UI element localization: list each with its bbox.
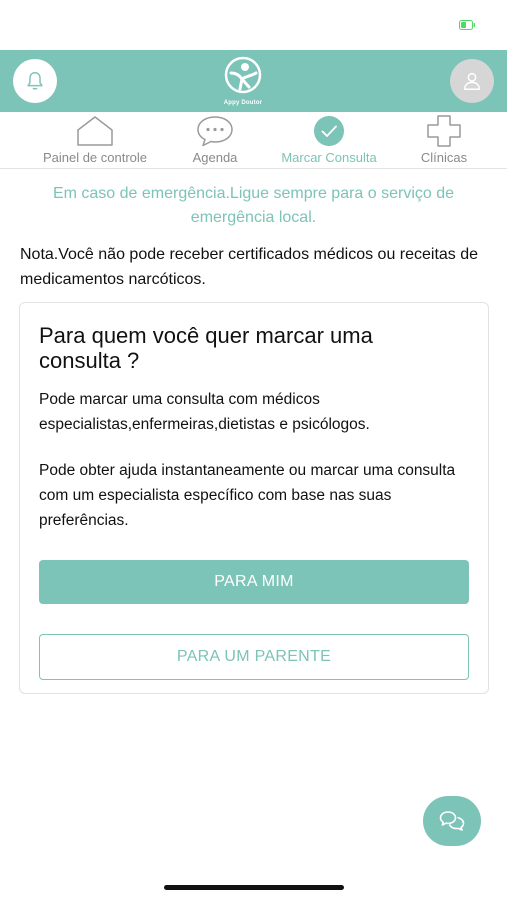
profile-button[interactable] <box>450 59 494 103</box>
tab-bar: Painel de controle Agenda Marcar Consult… <box>0 112 507 169</box>
restriction-note: Nota.Você não pode receber certificados … <box>20 246 479 288</box>
for-me-button[interactable]: PARA MIM <box>39 560 469 604</box>
emergency-notice: Em caso de emergência.Ligue sempre para … <box>52 185 455 226</box>
status-bar <box>0 0 507 50</box>
app-screen: Appy Doutor Painel de controle Agenda Ma… <box>0 0 507 900</box>
tab-marcar-consulta[interactable]: Marcar Consulta <box>266 112 392 168</box>
chat-button[interactable] <box>423 796 481 846</box>
check-circle-icon <box>314 116 344 146</box>
house-icon <box>77 116 113 146</box>
card-title: Para quem você quer marcar uma consulta … <box>39 323 373 373</box>
tab-agenda[interactable]: Agenda <box>180 112 250 168</box>
tab-painel-de-controle[interactable]: Painel de controle <box>30 112 160 168</box>
tab-label: Clínicas <box>420 150 468 165</box>
home-indicator[interactable] <box>164 885 344 890</box>
app-header: Appy Doutor <box>0 50 507 112</box>
chat-bubbles-icon <box>439 811 465 831</box>
for-relative-button[interactable]: PARA UM PARENTE <box>39 634 469 680</box>
tab-label: Agenda <box>192 150 238 165</box>
app-logo: Appy Doutor <box>218 56 268 110</box>
tab-label: Marcar Consulta <box>281 150 377 165</box>
appointment-card: Para quem você quer marcar uma consulta … <box>19 302 489 694</box>
bell-icon <box>27 72 43 90</box>
card-description: Pode marcar uma consulta com médicos esp… <box>39 391 370 433</box>
user-icon <box>463 72 481 90</box>
logo-text: Appy Doutor <box>223 100 263 106</box>
tab-label: Painel de controle <box>42 150 148 165</box>
chat-dots-icon <box>197 116 233 147</box>
tab-clinicas[interactable]: Clínicas <box>404 112 484 168</box>
cross-icon <box>427 115 461 147</box>
battery-icon <box>459 20 475 30</box>
notifications-button[interactable] <box>13 59 57 103</box>
card-help-text: Pode obter ajuda instantaneamente ou mar… <box>39 462 456 529</box>
logo-icon <box>224 56 262 94</box>
